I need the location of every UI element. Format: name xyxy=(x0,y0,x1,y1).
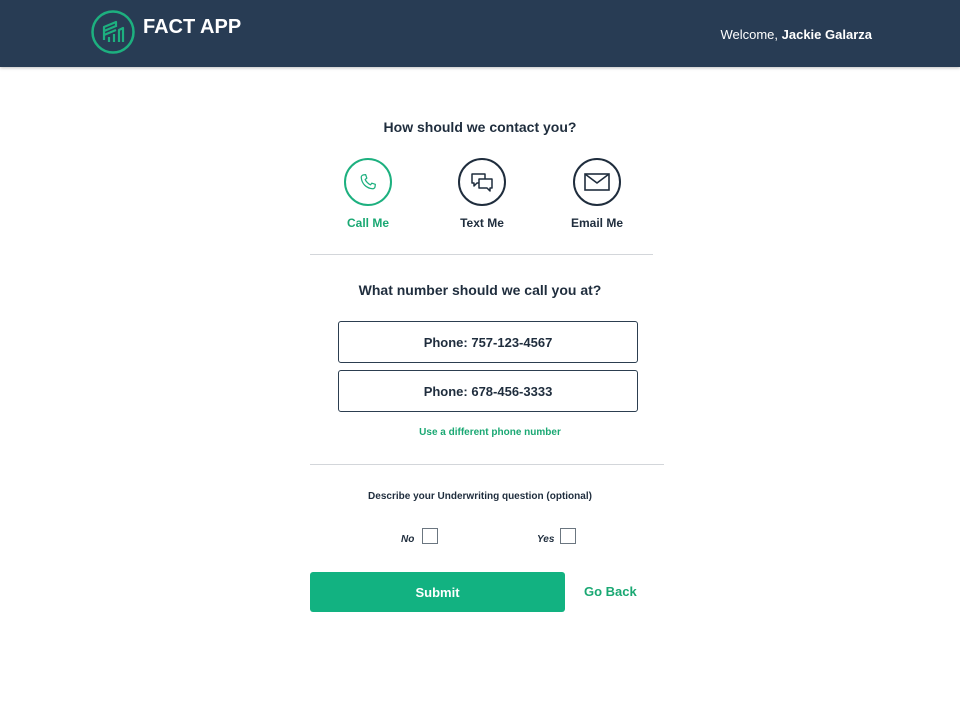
contact-question: How should we contact you? xyxy=(383,119,577,135)
building-chart-logo-icon[interactable] xyxy=(90,9,136,55)
contact-option-label: Email Me xyxy=(570,216,624,230)
contact-option-email[interactable]: Email Me xyxy=(542,158,652,230)
phone-option-button[interactable]: Phone: 678-456-3333 xyxy=(338,370,638,412)
envelope-icon[interactable] xyxy=(573,158,621,206)
top-navigation-bar: FACT APP Welcome, Jackie Galarza xyxy=(0,0,960,67)
section-divider xyxy=(310,254,653,255)
contact-option-call[interactable]: Call Me xyxy=(313,158,423,230)
chat-bubbles-icon[interactable] xyxy=(458,158,506,206)
contact-option-label: Text Me xyxy=(460,216,504,230)
phone-question: What number should we call you at? xyxy=(358,282,602,298)
go-back-link[interactable]: Go Back xyxy=(584,584,637,599)
user-name[interactable]: Jackie Galarza xyxy=(782,27,872,42)
section-divider xyxy=(310,464,664,465)
phone-icon[interactable] xyxy=(344,158,392,206)
phone-option-button[interactable]: Phone: 757-123-4567 xyxy=(338,321,638,363)
no-label: No xyxy=(401,534,415,545)
underwriting-label: Describe your Underwriting question (opt… xyxy=(368,491,592,502)
contact-option-label: Call Me xyxy=(346,216,389,230)
welcome-prefix: Welcome, xyxy=(720,27,782,42)
yes-checkbox[interactable] xyxy=(560,528,576,544)
welcome-message: Welcome, Jackie Galarza xyxy=(720,27,872,42)
submit-button[interactable]: Submit xyxy=(310,572,565,612)
different-phone-link[interactable]: Use a different phone number xyxy=(0,427,960,438)
no-checkbox[interactable] xyxy=(422,528,438,544)
yes-label: Yes xyxy=(537,534,555,545)
contact-option-text[interactable]: Text Me xyxy=(427,158,537,230)
app-name: FACT APP xyxy=(143,16,242,38)
